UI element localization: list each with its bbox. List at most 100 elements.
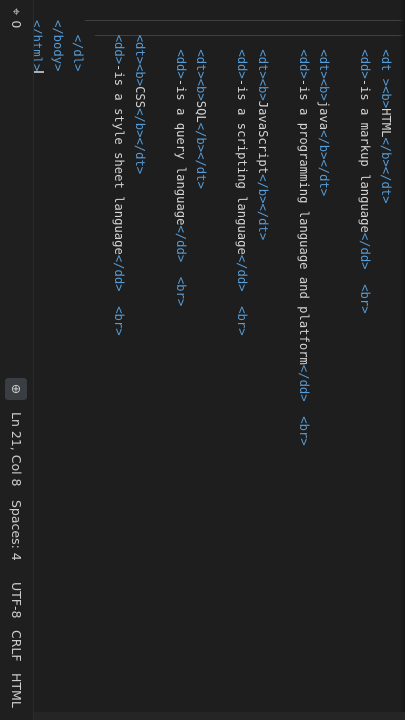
code-lines: <dt ><b>HTML</b></dt> <dd>-is a markup l…: [34, 20, 396, 710]
html-tag-token: <dd>: [112, 34, 127, 65]
html-tag-token: </b>: [256, 174, 270, 204]
code-line: </html>: [34, 20, 48, 710]
zoom-in-icon: ⊕: [9, 383, 24, 395]
html-tag-token: >: [379, 78, 393, 87]
text-token: CSS: [133, 86, 147, 109]
html-tag-token: <br>: [174, 276, 188, 307]
html-tag-token: </body>: [51, 20, 65, 72]
html-tag-token: <b>: [317, 78, 332, 101]
code-editor[interactable]: <dt ><b>HTML</b></dt> <dd>-is a markup l…: [34, 0, 405, 720]
html-tag-token: </dt>: [194, 152, 209, 189]
html-tag-token: <dt>: [133, 34, 147, 65]
code-line: <dd>-is a style sheet language</dd> <br>: [109, 20, 130, 710]
status-bar: ⌖0 ⊕ Ln 21, Col 8 Spaces: 4 UTF-8 CRLF H…: [0, 0, 34, 720]
code-line: </body>: [48, 20, 69, 710]
html-tag-token: <b>: [379, 86, 393, 109]
html-tag-token: </dt>: [379, 166, 393, 204]
text-token: -is a scripting language: [235, 78, 250, 255]
html-tag-token: <b>: [194, 78, 209, 101]
text-token: -is a markup language: [358, 78, 373, 233]
text-token: java: [317, 100, 332, 131]
line-ending[interactable]: CRLF: [0, 630, 33, 662]
html-tag-token: <dt: [379, 49, 393, 79]
html-tag-token: </dd>: [235, 254, 250, 292]
html-tag-token: </b>: [133, 108, 147, 138]
language-mode[interactable]: HTML: [0, 673, 33, 708]
text-token: JavaScript: [256, 100, 270, 175]
html-tag-token: <dd>: [235, 49, 250, 79]
html-tag-token: </dt>: [256, 203, 270, 241]
html-tag-token: <dt>: [256, 49, 270, 79]
text-cursor: [34, 71, 45, 74]
html-tag-token: <b>: [133, 64, 147, 87]
code-line: <dt ><b>HTML</b></dt>: [376, 20, 397, 710]
html-tag-token: </html>: [34, 20, 45, 72]
html-tag-token: <dd>: [174, 49, 188, 79]
html-tag-token: </dl>: [71, 34, 86, 72]
html-tag-token: </b>: [194, 122, 209, 153]
html-tag-token: </dd>: [112, 254, 127, 292]
text-token: -is a query language: [174, 78, 188, 226]
vertical-scrollbar[interactable]: [34, 712, 405, 720]
text-token: -is a style sheet language: [112, 64, 127, 255]
html-tag-token: </dt>: [133, 137, 147, 175]
text-token: -is a programming language and platform: [297, 78, 311, 365]
html-tag-token: <b>: [256, 78, 270, 101]
code-line: <dd>-is a scripting language</dd> <br>: [232, 20, 253, 710]
code-line: <dt><b>JavaScript</b></dt>: [253, 20, 274, 710]
html-tag-token: <br>: [112, 306, 127, 336]
code-line: <dt><b>SQL</b></dt>: [191, 20, 212, 710]
html-tag-token: <dd>: [358, 49, 373, 79]
html-tag-token: </dd>: [297, 364, 311, 402]
html-tag-token: </dt>: [317, 159, 332, 197]
html-tag-token: </dd>: [358, 232, 373, 270]
html-tag-token: <dt>: [317, 49, 332, 79]
editor-gutter: [34, 0, 405, 16]
html-tag-token: </b>: [317, 130, 332, 160]
html-tag-token: <br>: [358, 284, 373, 314]
code-line: </dl>: [68, 20, 89, 710]
text-token: HTML: [379, 108, 393, 138]
zoom-in-button[interactable]: ⊕: [5, 378, 27, 400]
scroll-shadow: [399, 0, 405, 720]
code-line: <dt><b>CSS</b></dt>: [130, 20, 151, 710]
html-tag-token: <dt>: [194, 49, 209, 79]
html-tag-token: </b>: [379, 137, 393, 167]
code-line: <dd>-is a programming language and platf…: [294, 20, 315, 710]
ports-status[interactable]: ⌖0: [0, 8, 33, 28]
code-line: <dt><b>java</b></dt>: [314, 20, 335, 710]
html-tag-token: <br>: [297, 416, 311, 446]
rotated-screenshot: <dt ><b>HTML</b></dt> <dd>-is a markup l…: [0, 0, 405, 720]
code-line: <dd>-is a markup language</dd> <br>: [355, 20, 376, 710]
html-tag-token: <br>: [235, 306, 250, 336]
text-token: SQL: [194, 100, 209, 123]
cursor-position[interactable]: Ln 21, Col 8: [0, 412, 33, 487]
indentation-setting[interactable]: Spaces: 4: [0, 500, 33, 561]
ports-count: 0: [9, 20, 24, 29]
radio-tower-icon: ⌖: [8, 8, 23, 16]
code-line: <dd>-is a query language</dd> <br>: [171, 20, 192, 710]
file-encoding[interactable]: UTF-8: [0, 582, 33, 618]
html-tag-token: </dd>: [174, 225, 188, 263]
